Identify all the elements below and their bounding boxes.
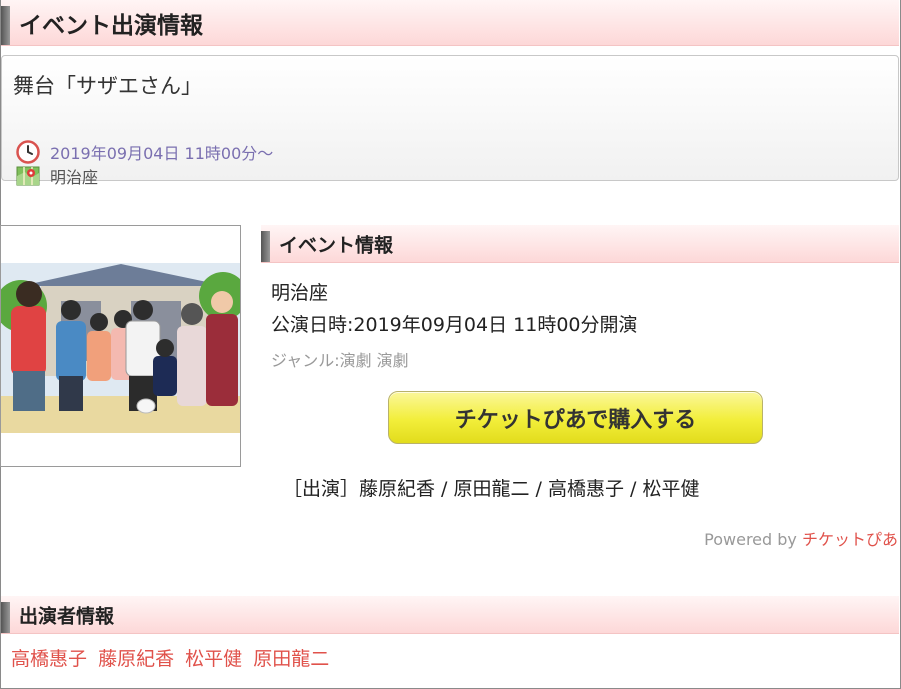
event-datetime: 2019年09月04日 11時00分〜 (50, 144, 274, 163)
map-icon (16, 164, 40, 188)
powered-by-label: Powered by (704, 530, 802, 549)
event-title: 舞台「サザエさん」 (13, 74, 202, 98)
event-venue: 明治座 (50, 168, 99, 187)
event-summary-card: 舞台「サザエさん」 明治座 2019年09月04日 11時00分〜 (1, 55, 899, 187)
performer-list: 高橋惠子 藤原紀香 松平健 原田龍二 (11, 644, 334, 671)
buy-ticket-button[interactable]: チケットぴあで購入する (388, 391, 763, 444)
event-poster-image[interactable] (0, 225, 241, 467)
header-accent-bar (261, 231, 270, 262)
section-title: 出演者情報 (19, 605, 115, 627)
info-performance-date: 公演日時:2019年09月04日 11時00分開演 (271, 314, 638, 336)
cast-line: ［出演］藤原紀香 / 原田龍二 / 高橋惠子 / 松平健 (283, 478, 700, 500)
event-venue-row: 明治座 (16, 164, 98, 188)
header-accent-bar (1, 602, 10, 633)
info-genre: ジャンル:演劇 演劇 (271, 351, 409, 370)
info-venue: 明治座 (271, 282, 329, 304)
performer-link[interactable]: 松平健 (185, 648, 242, 670)
section-title: イベント出演情報 (19, 12, 203, 39)
section-header-performers: 出演者情報 (1, 596, 899, 634)
performer-link[interactable]: 藤原紀香 (98, 648, 174, 670)
event-datetime-row: 2019年09月04日 11時00分〜 (16, 140, 273, 164)
powered-by: Powered by チケットぴあ (704, 526, 898, 550)
performer-link[interactable]: 高橋惠子 (11, 648, 87, 670)
section-title: イベント情報 (279, 234, 394, 256)
section-header-event-info: イベント情報 (261, 225, 899, 263)
ticket-pia-link[interactable]: チケットぴあ (802, 530, 898, 549)
clock-icon (16, 140, 40, 164)
section-header-event-appearance: イベント出演情報 (1, 0, 899, 46)
header-accent-bar (1, 6, 10, 45)
performer-link[interactable]: 原田龍二 (253, 648, 329, 670)
